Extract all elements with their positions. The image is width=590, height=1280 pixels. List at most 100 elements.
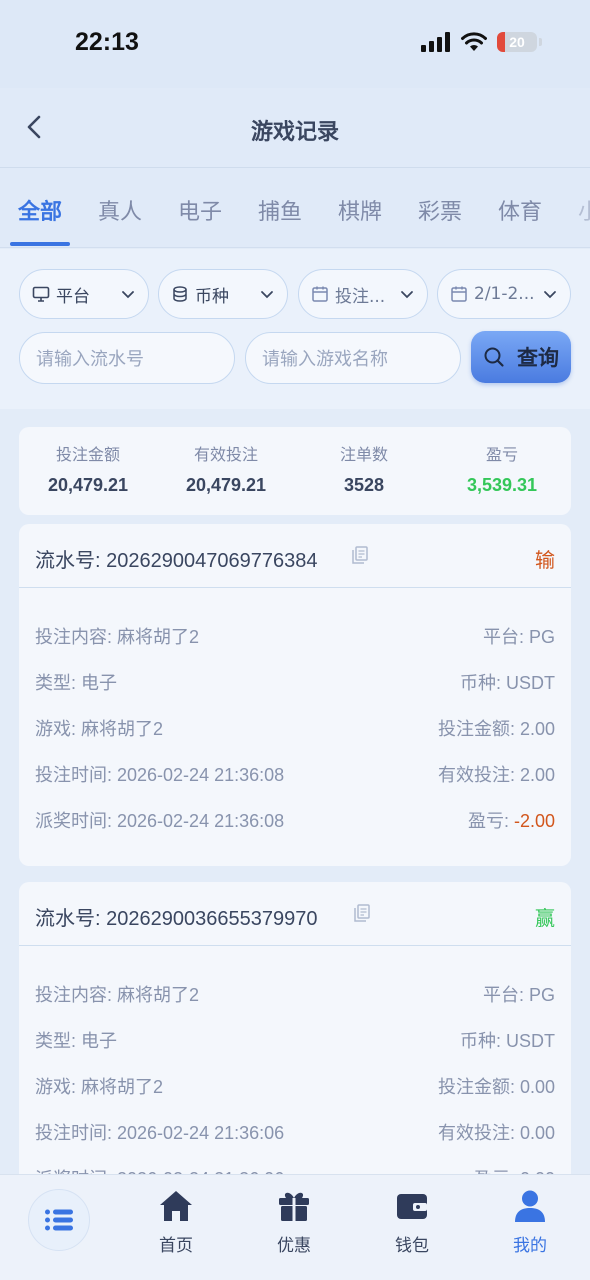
filter-panel: 平台 币种 投注... 2/1-2... 请输入流水号 请输入游戏名称 查询 xyxy=(0,249,590,409)
tab-electronic[interactable]: 电子 xyxy=(178,194,222,226)
summary-valid-bet: 有效投注 20,479.21 xyxy=(157,441,295,496)
nav-mine-label: 我的 xyxy=(513,1236,547,1256)
date-range-select-label: 2/1-2... xyxy=(474,284,535,304)
serial-input[interactable]: 请输入流水号 xyxy=(19,332,235,384)
signal-icon xyxy=(421,32,450,52)
record-bet-amount: 投注金额: 0.00 xyxy=(437,1077,555,1097)
nav-home[interactable]: 首页 xyxy=(136,1189,216,1256)
tab-lottery[interactable]: 彩票 xyxy=(418,194,462,226)
record-header: 流水号: 2026290036655379970 赢 xyxy=(19,882,571,946)
record-game: 游戏: 麻将胡了2 xyxy=(35,1077,164,1097)
bottom-nav: 首页 优惠 钱包 我的 xyxy=(0,1174,590,1280)
copy-icon[interactable] xyxy=(352,903,372,923)
record-row: 游戏: 麻将胡了2 投注金额: 2.00 xyxy=(35,715,555,739)
summary-bet-amount-value: 20,479.21 xyxy=(47,475,129,495)
platform-select-label: 平台 xyxy=(56,286,90,307)
summary-orders: 注单数 3528 xyxy=(295,441,433,496)
record-card: 流水号: 2026290047069776384 输 投注内容: 麻将胡了2 平… xyxy=(19,524,571,866)
record-row: 投注时间: 2026-02-24 21:36:06 有效投注: 0.00 xyxy=(35,1119,555,1143)
date-range-select[interactable]: 2/1-2... xyxy=(437,269,571,319)
nav-promotions-label: 优惠 xyxy=(277,1236,311,1256)
gift-icon xyxy=(279,1192,309,1221)
record-row: 投注内容: 麻将胡了2 平台: PG xyxy=(35,981,555,1005)
user-icon xyxy=(515,1190,545,1222)
query-button-label: 查询 xyxy=(517,346,559,370)
query-button[interactable]: 查询 xyxy=(471,331,571,383)
nav-home-label: 首页 xyxy=(159,1236,193,1256)
category-tabs: 全部 真人 电子 捕鱼 棋牌 彩票 体育 小 xyxy=(0,168,590,248)
record-game: 游戏: 麻将胡了2 xyxy=(35,719,164,739)
monitor-icon xyxy=(32,286,50,302)
wallet-icon xyxy=(397,1194,427,1219)
page-title: 游戏记录 xyxy=(250,120,339,145)
battery-level xyxy=(497,32,505,52)
summary-profit-value: 3,539.31 xyxy=(466,475,538,495)
bet-time-select[interactable]: 投注... xyxy=(298,269,428,319)
battery-percent: 20 xyxy=(509,34,525,50)
currency-select-label: 币种 xyxy=(195,286,229,307)
record-valid-bet: 有效投注: 2.00 xyxy=(437,765,555,785)
record-platform: 平台: PG xyxy=(482,985,555,1005)
status-icons: 20 xyxy=(421,32,542,52)
nav-promotions[interactable]: 优惠 xyxy=(254,1189,334,1256)
summary-orders-value: 3528 xyxy=(343,475,385,495)
record-row: 类型: 电子 币种: USDT xyxy=(35,1027,555,1051)
record-currency: 币种: USDT xyxy=(459,1031,555,1051)
wifi-icon xyxy=(461,32,487,51)
record-bet-time: 投注时间: 2026-02-24 21:36:08 xyxy=(35,765,285,785)
chevron-down-icon xyxy=(401,291,413,299)
record-content: 投注内容: 麻将胡了2 xyxy=(35,627,200,647)
tab-live[interactable]: 真人 xyxy=(98,194,142,226)
record-payout-time: 派奖时间: 2026-02-24 21:36:08 xyxy=(35,811,285,831)
summary-panel: 投注金额 20,479.21 有效投注 20,479.21 注单数 3528 盈… xyxy=(19,427,571,515)
record-row: 游戏: 麻将胡了2 投注金额: 0.00 xyxy=(35,1073,555,1097)
record-row: 派奖时间: 2026-02-24 21:36:08 盈亏: -2.00 xyxy=(35,807,555,831)
record-valid-bet: 有效投注: 0.00 xyxy=(437,1123,555,1143)
tab-more[interactable]: 小 xyxy=(578,194,590,226)
record-type: 类型: 电子 xyxy=(35,1031,118,1051)
page-header: 游戏记录 xyxy=(0,88,590,168)
tab-chess[interactable]: 棋牌 xyxy=(338,194,382,226)
record-result: 赢 xyxy=(535,906,555,930)
search-icon xyxy=(484,347,504,367)
summary-orders-label: 注单数 xyxy=(339,445,388,464)
game-name-input[interactable]: 请输入游戏名称 xyxy=(245,332,461,384)
record-serial: 流水号: 2026290036655379970 xyxy=(35,908,318,930)
nav-wallet-label: 钱包 xyxy=(395,1236,429,1256)
summary-valid-bet-label: 有效投注 xyxy=(193,445,258,464)
record-row: 投注内容: 麻将胡了2 平台: PG xyxy=(35,623,555,647)
chevron-down-icon xyxy=(544,291,556,299)
tab-all[interactable]: 全部 xyxy=(18,194,62,226)
tab-indicator xyxy=(10,242,70,246)
record-type: 类型: 电子 xyxy=(35,673,118,693)
nav-wallet[interactable]: 钱包 xyxy=(372,1189,452,1256)
currency-select[interactable]: 币种 xyxy=(158,269,288,319)
summary-bet-amount: 投注金额 20,479.21 xyxy=(19,441,157,496)
summary-valid-bet-value: 20,479.21 xyxy=(185,475,267,495)
record-bet-time: 投注时间: 2026-02-24 21:36:06 xyxy=(35,1123,285,1143)
summary-profit-label: 盈亏 xyxy=(485,445,518,464)
summary-profit: 盈亏 3,539.31 xyxy=(433,441,571,496)
record-profit-label: 盈亏: xyxy=(467,811,514,831)
chevron-down-icon xyxy=(122,291,134,299)
nav-mine[interactable]: 我的 xyxy=(490,1189,570,1256)
summary-bet-amount-label: 投注金额 xyxy=(55,445,120,464)
tab-fishing[interactable]: 捕鱼 xyxy=(258,194,302,226)
chevron-down-icon xyxy=(261,291,273,299)
platform-select[interactable]: 平台 xyxy=(19,269,149,319)
record-serial: 流水号: 2026290047069776384 xyxy=(35,550,318,572)
record-result: 输 xyxy=(535,548,555,572)
copy-icon[interactable] xyxy=(350,545,370,565)
record-header: 流水号: 2026290047069776384 输 xyxy=(19,524,571,588)
home-icon xyxy=(160,1191,192,1221)
record-content: 投注内容: 麻将胡了2 xyxy=(35,985,200,1005)
calendar-icon xyxy=(312,286,328,302)
record-currency: 币种: USDT xyxy=(459,673,555,693)
status-bar: 22:13 20 xyxy=(0,0,590,88)
calendar-icon xyxy=(451,286,467,302)
coins-icon xyxy=(173,286,187,302)
status-time: 22:13 xyxy=(75,28,139,56)
record-bet-amount: 投注金额: 2.00 xyxy=(437,719,555,739)
tab-sports[interactable]: 体育 xyxy=(498,194,542,226)
menu-button[interactable] xyxy=(28,1189,90,1251)
